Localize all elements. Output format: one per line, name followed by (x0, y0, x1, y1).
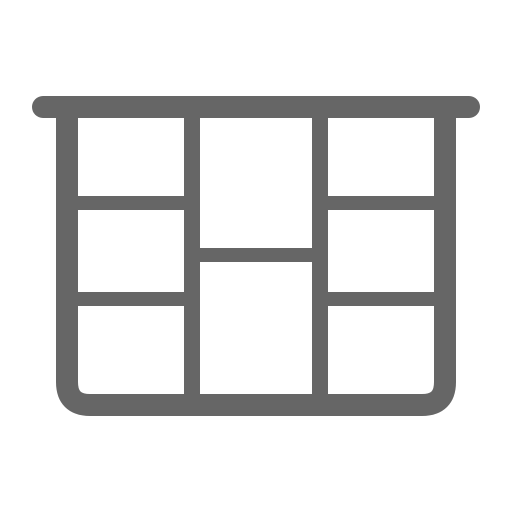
icon-canvas (0, 0, 512, 512)
cabinet-drawers-icon (32, 96, 480, 416)
